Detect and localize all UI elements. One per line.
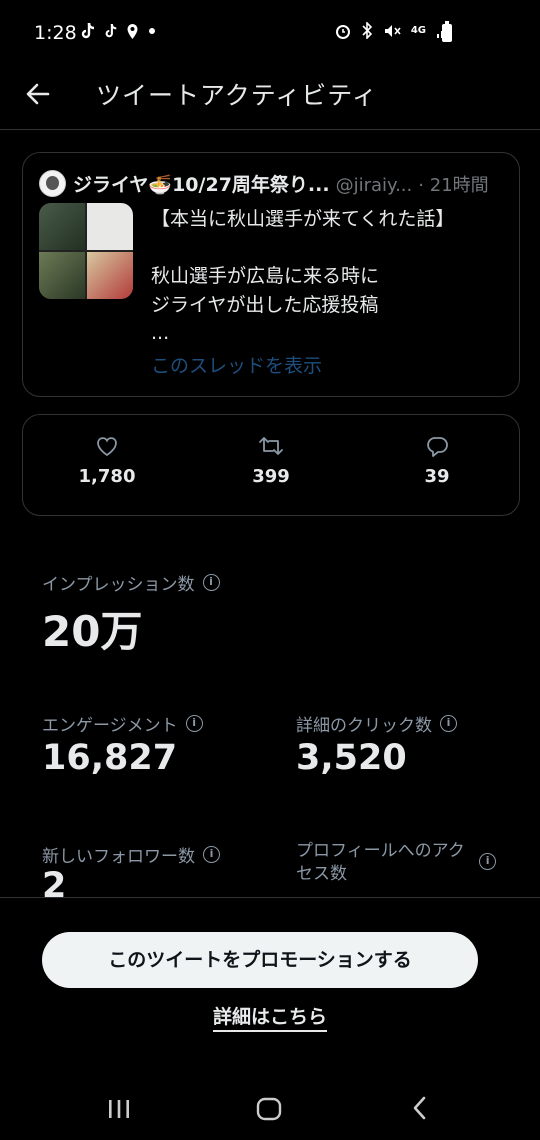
- tweet-meta: ジライヤ🍜10/27周年祭り... @jiraiy... · 21時間: [73, 170, 513, 197]
- detail-clicks-value: 3,520: [296, 738, 407, 778]
- new-followers-label-text: 新しいフォロワー数: [42, 847, 195, 867]
- info-icon[interactable]: i: [479, 853, 496, 870]
- engagements-label: エンゲージメント i: [42, 711, 203, 736]
- status-bar: 1:28 4G: [0, 0, 540, 66]
- likes-count: 1,780: [78, 466, 136, 487]
- tweet-time: · 21時間: [418, 175, 489, 196]
- status-left-icons: [80, 22, 157, 40]
- page-title: ツイートアクティビティ: [96, 81, 378, 110]
- tiktok-icon: [105, 23, 117, 38]
- impressions-label: インプレッション数 i: [42, 570, 220, 595]
- network-type: 4G: [410, 24, 426, 36]
- promote-button[interactable]: このツイートをプロモーションする: [42, 932, 478, 988]
- info-icon[interactable]: i: [203, 846, 220, 863]
- back-arrow-icon[interactable]: [22, 78, 54, 110]
- new-followers-label: 新しいフォロワー数 i: [42, 842, 220, 867]
- alarm-icon: [335, 24, 350, 39]
- likes-stat: 1,780: [47, 435, 167, 487]
- detail-clicks-label: 詳細のクリック数 i: [296, 711, 457, 736]
- battery-icon: [442, 21, 452, 42]
- dot-icon: [149, 28, 155, 34]
- retweets-stat: 399: [211, 435, 331, 487]
- nav-back-icon[interactable]: [410, 1095, 430, 1121]
- engagement-card: 1,780 399 39: [22, 414, 520, 516]
- info-icon[interactable]: i: [202, 574, 220, 591]
- profile-visits-label-text: プロフィールへのアクセス数: [296, 841, 465, 884]
- status-time: 1:28: [34, 22, 77, 44]
- info-icon[interactable]: i: [185, 715, 203, 732]
- tweet-card[interactable]: ジライヤ🍜10/27周年祭り... @jiraiy... · 21時間 【本当に秋…: [22, 152, 520, 397]
- status-right-icons: 4G: [335, 22, 450, 39]
- heart-icon: [97, 437, 117, 457]
- profile-visits-label: プロフィールへのアクセス数 i: [296, 840, 496, 886]
- info-icon[interactable]: i: [440, 715, 457, 732]
- display-name: ジライヤ🍜10/27周年祭り...: [73, 174, 330, 196]
- reply-icon: [427, 437, 448, 457]
- engagements-label-text: エンゲージメント: [42, 716, 178, 736]
- home-icon[interactable]: [256, 1097, 282, 1121]
- retweets-count: 399: [252, 466, 290, 487]
- system-nav-bar: [0, 1075, 540, 1140]
- location-icon: [127, 23, 138, 39]
- recent-apps-icon[interactable]: [107, 1099, 131, 1119]
- app-header: ツイートアクティビティ: [0, 66, 540, 130]
- learn-more-link[interactable]: 詳細はこちら: [212, 1006, 327, 1032]
- avatar: [39, 170, 66, 197]
- tweet-thumbnail: [39, 203, 133, 299]
- show-thread-link[interactable]: このスレッドを表示: [151, 351, 322, 378]
- replies-count: 39: [424, 466, 450, 487]
- detail-clicks-label-text: 詳細のクリック数: [296, 716, 432, 736]
- mute-icon: [384, 24, 401, 37]
- impressions-label-text: インプレッション数: [42, 575, 195, 595]
- bottom-panel: このツイートをプロモーションする 詳細はこちら: [0, 897, 540, 1075]
- retweet-icon: [259, 437, 283, 455]
- handle: @jiraiy...: [335, 175, 413, 196]
- engagements-value: 16,827: [42, 738, 178, 778]
- learn-more-container: 詳細はこちら: [0, 1002, 540, 1032]
- replies-stat: 39: [377, 435, 497, 487]
- tweet-text: 【本当に秋山選手が来てくれた話】 秋山選手が広島に来る時に ジライヤが出した応援…: [151, 208, 455, 344]
- bluetooth-icon: [362, 22, 372, 39]
- tiktok-icon: [81, 22, 95, 39]
- impressions-value: 20万: [42, 607, 143, 656]
